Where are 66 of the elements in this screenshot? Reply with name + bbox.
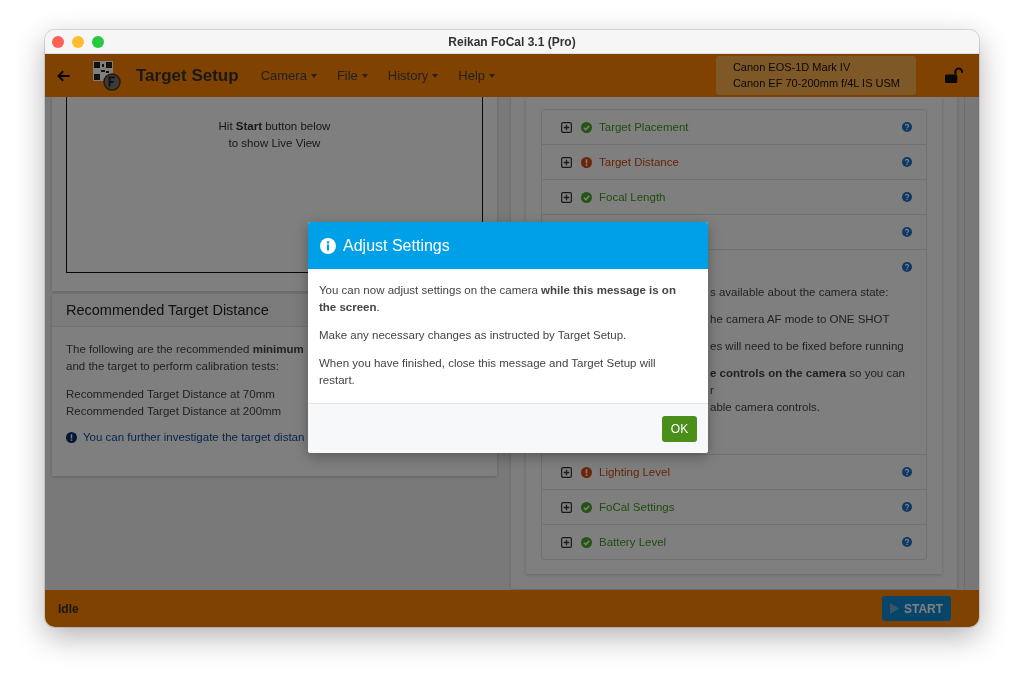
help-icon[interactable] (902, 537, 912, 547)
info-note: You can further investigate the target distan (83, 431, 305, 443)
menu-dropdown[interactable]: Help (458, 68, 496, 83)
menu-dropdown[interactable]: Camera (260, 68, 317, 83)
unlocked-padlock-icon[interactable] (944, 67, 963, 84)
help-icon[interactable] (902, 122, 912, 132)
expand-icon[interactable] (561, 501, 572, 513)
check-label: Target Distance (599, 154, 679, 170)
help-icon[interactable] (902, 192, 912, 202)
check-row[interactable]: Target Distance (542, 145, 926, 180)
window-title: Reikan FoCal 3.1 (Pro) (448, 34, 576, 49)
check-row[interactable]: Lighting Level (542, 455, 926, 490)
check-row[interactable]: FoCal Settings (542, 490, 926, 525)
info-icon (320, 237, 336, 254)
check-label: Lighting Level (599, 464, 670, 480)
check-label: FoCal Settings (599, 499, 675, 515)
expand-icon[interactable] (561, 536, 572, 548)
detail-text: es will need to be fixed before running (710, 339, 904, 354)
minimize-button[interactable] (72, 36, 84, 48)
live-view-hint: to show Live View (228, 136, 321, 151)
check-circle-icon (581, 121, 592, 133)
status-text: Idle (58, 601, 79, 616)
check-circle-icon (581, 536, 592, 548)
play-icon (889, 603, 899, 614)
distance-label: Recommended Target Distance at 200mm (66, 404, 282, 419)
detail-text: r (710, 383, 714, 398)
check-circle-icon (581, 191, 592, 203)
logo-icon (92, 59, 122, 92)
check-label: Battery Level (599, 534, 667, 550)
check-row[interactable]: Focal Length (542, 180, 926, 215)
check-row[interactable]: Target Placement (542, 110, 926, 145)
detail-text: s available about the camera state: (710, 285, 889, 300)
menu-dropdown[interactable]: File (336, 68, 368, 83)
check-row[interactable]: Battery Level (542, 525, 926, 559)
card-title: Recommended Target Distance (66, 302, 269, 318)
help-icon[interactable] (902, 467, 912, 477)
dialog-title: Adjust Settings (343, 236, 450, 255)
close-button[interactable] (52, 36, 64, 48)
intro-text: The following are the recommended minimum (66, 342, 304, 357)
info-icon (66, 431, 77, 443)
check-circle-icon (581, 501, 592, 513)
check-label: Focal Length (599, 189, 666, 205)
start-button[interactable]: START (882, 596, 951, 621)
detail-text: e controls on the camera so you can (710, 366, 905, 381)
intro-text: and the target to perform calibration tests: (66, 359, 279, 374)
expand-icon[interactable] (561, 466, 572, 478)
camera-info-text: Canon EF 70-200mm f/4L IS USM (732, 75, 900, 91)
camera-info-text: Canon EOS-1D Mark IV (732, 60, 852, 75)
ok-button[interactable]: OK (662, 415, 697, 442)
live-view-hint: Hit Start button below (218, 119, 331, 134)
distance-label: Recommended Target Distance at 70mm (66, 387, 275, 402)
expand-icon[interactable] (561, 156, 572, 168)
expand-icon[interactable] (561, 121, 572, 133)
help-icon[interactable] (902, 227, 912, 237)
help-icon[interactable] (902, 157, 912, 167)
menu-dropdown[interactable]: History (387, 68, 439, 83)
page-title: Target Setup (136, 65, 239, 86)
help-icon[interactable] (902, 262, 912, 272)
warning-circle-icon (581, 466, 592, 478)
zoom-button[interactable] (92, 36, 104, 48)
help-icon[interactable] (902, 502, 912, 512)
detail-text: able camera controls. (710, 400, 820, 415)
detail-text: he camera AF mode to ONE SHOT (710, 312, 890, 327)
expand-icon[interactable] (561, 191, 572, 203)
warning-circle-icon (581, 156, 592, 168)
check-label: Target Placement (599, 119, 689, 135)
